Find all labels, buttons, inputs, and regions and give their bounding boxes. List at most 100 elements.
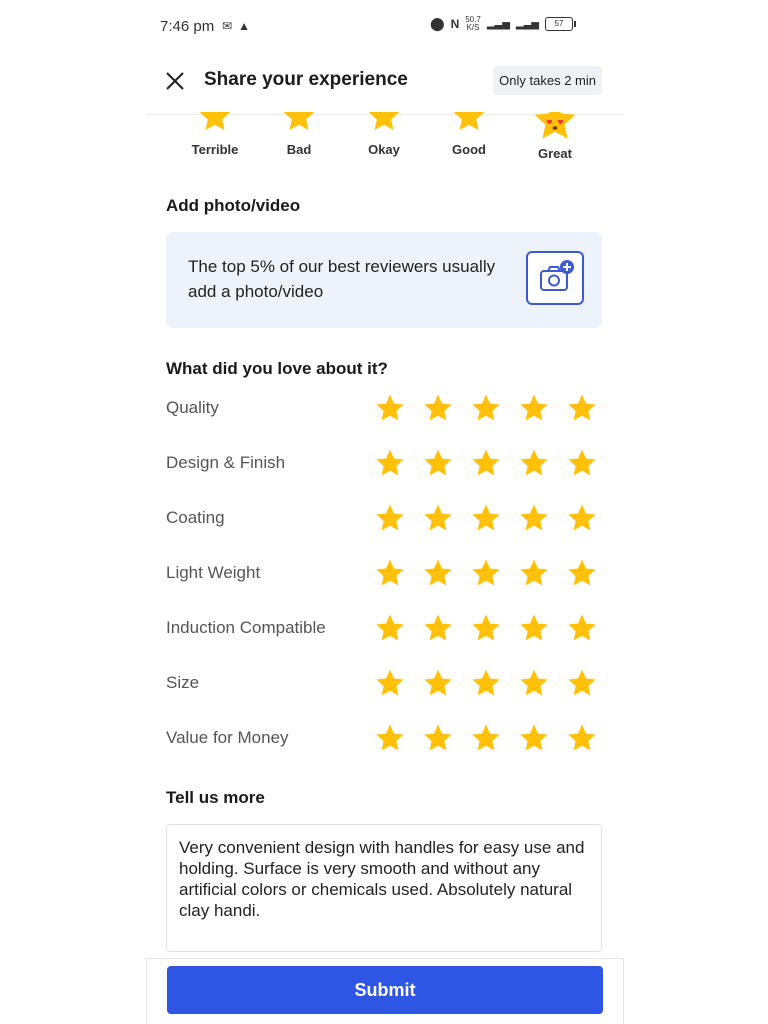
signal-1-icon: ▂▃▅ [486, 18, 510, 30]
rating-option-good[interactable]: Good [434, 112, 504, 157]
nfc-icon: N [450, 17, 460, 31]
review-title: Tell us more [166, 788, 265, 807]
star-icon[interactable] [374, 557, 406, 589]
page-title: Share your experience [204, 69, 408, 90]
attribute-row: Quality [166, 392, 606, 426]
attribute-row: Light Weight [166, 557, 606, 591]
star-icon[interactable] [374, 392, 406, 424]
attribute-stars [374, 502, 598, 534]
star-icon[interactable] [470, 722, 502, 754]
photo-section-title: Add photo/video [166, 196, 301, 215]
network-speed: 50.7 K/S [465, 16, 481, 32]
star-icon[interactable] [518, 502, 550, 534]
photo-upload-box[interactable]: The top 5% of our best reviewers usually… [166, 232, 602, 328]
star-icon[interactable] [374, 502, 406, 534]
star-icon[interactable] [566, 667, 598, 699]
star-icon [199, 112, 231, 131]
star-icon[interactable] [374, 612, 406, 644]
rating-option-okay[interactable]: Okay [349, 112, 419, 157]
star-icon[interactable] [566, 502, 598, 534]
star-icon [283, 112, 315, 131]
star-icon[interactable] [422, 722, 454, 754]
attribute-row: Coating [166, 502, 606, 536]
star-icon[interactable] [470, 447, 502, 479]
star-icon[interactable] [470, 392, 502, 424]
status-bar: 7:46 pm ✉▲ ⬤ N 50.7 K/S ▂▃▅ ▂▃▅ 57 [0, 0, 768, 56]
rating-option-great[interactable]: Great [520, 112, 590, 161]
star-icon[interactable] [374, 667, 406, 699]
star-icon[interactable] [566, 722, 598, 754]
footer: Submit [146, 958, 624, 1024]
rating-option-terrible[interactable]: Terrible [180, 112, 250, 157]
net-speed-unit: K/S [466, 23, 480, 32]
header: Share your experience Only takes 2 min [146, 56, 624, 115]
submit-button[interactable]: Submit [167, 966, 603, 1014]
star-icon[interactable] [422, 557, 454, 589]
location-icon: ⬤ [430, 16, 445, 31]
rating-option-label: Good [452, 142, 486, 157]
attribute-stars [374, 612, 598, 644]
camera-add-icon [540, 260, 574, 291]
attribute-stars [374, 557, 598, 589]
star-face-icon [534, 112, 576, 139]
star-icon[interactable] [566, 557, 598, 589]
attribute-label: Quality [166, 398, 219, 417]
status-left-icons: ✉▲ [222, 19, 256, 33]
star-icon[interactable] [518, 557, 550, 589]
star-icon[interactable] [566, 612, 598, 644]
attribute-label: Size [166, 673, 200, 692]
star-icon[interactable] [470, 502, 502, 534]
star-icon[interactable] [422, 502, 454, 534]
star-icon[interactable] [518, 447, 550, 479]
rating-option-label: Okay [368, 142, 400, 157]
star-icon[interactable] [470, 557, 502, 589]
attribute-stars [374, 667, 598, 699]
star-icon[interactable] [566, 447, 598, 479]
star-icon [368, 112, 400, 131]
time-badge: Only takes 2 min [493, 66, 602, 95]
attribute-label: Value for Money [166, 728, 289, 747]
rating-option-label: Bad [286, 142, 312, 157]
star-icon[interactable] [470, 667, 502, 699]
attribute-row: Induction Compatible [166, 612, 606, 646]
star-icon[interactable] [422, 447, 454, 479]
add-photo-button[interactable] [526, 251, 584, 305]
rating-option-bad[interactable]: Bad [264, 112, 334, 157]
star-icon[interactable] [518, 612, 550, 644]
star-icon[interactable] [422, 392, 454, 424]
signal-2-icon: ▂▃▅ [515, 18, 539, 30]
photo-message: The top 5% of our best reviewers usually… [188, 257, 496, 301]
attribute-label: Light Weight [166, 563, 261, 582]
status-right-icons: ⬤ N 50.7 K/S ▂▃▅ ▂▃▅ 57 [430, 16, 576, 32]
attribute-label: Induction Compatible [166, 618, 326, 637]
star-icon[interactable] [518, 667, 550, 699]
star-icon[interactable] [422, 667, 454, 699]
navigation-icon: ▲ [238, 19, 256, 33]
status-time: 7:46 pm [160, 18, 215, 35]
rating-option-label: Great [538, 146, 572, 161]
attributes-title: What did you love about it? [166, 359, 388, 378]
star-icon[interactable] [470, 612, 502, 644]
close-icon[interactable] [164, 70, 186, 92]
attribute-row: Value for Money [166, 722, 606, 756]
battery-level: 57 [554, 19, 564, 28]
attribute-row: Size [166, 667, 606, 701]
attribute-stars [374, 447, 598, 479]
attribute-row: Design & Finish [166, 447, 606, 481]
attribute-label: Coating [166, 508, 225, 527]
battery-icon: 57 [544, 17, 576, 31]
rating-option-label: Terrible [191, 142, 239, 157]
review-textarea[interactable]: Very convenient design with handles for … [166, 824, 602, 952]
star-icon[interactable] [374, 447, 406, 479]
star-icon[interactable] [518, 392, 550, 424]
star-icon[interactable] [374, 722, 406, 754]
attribute-stars [374, 722, 598, 754]
star-icon[interactable] [422, 612, 454, 644]
star-icon[interactable] [566, 392, 598, 424]
star-icon[interactable] [518, 722, 550, 754]
overall-rating: Terrible Bad Okay Good Great [170, 112, 598, 170]
attribute-stars [374, 392, 598, 424]
star-icon [453, 112, 485, 131]
mail-icon: ✉ [222, 19, 239, 33]
attribute-label: Design & Finish [166, 453, 286, 472]
